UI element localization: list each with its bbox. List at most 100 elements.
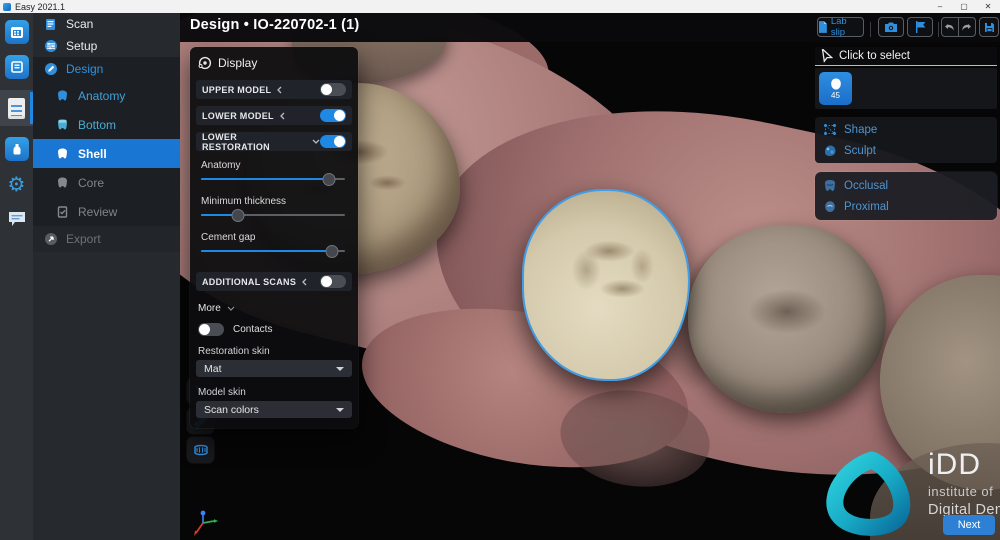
app-window: Easy 2021.1 – ▢ ✕ ⚙ Scan	[0, 0, 1000, 540]
nav-label: Scan	[66, 17, 93, 31]
dropdown-caret-icon	[336, 367, 344, 371]
nav-label: Bottom	[78, 118, 116, 132]
titlebar: Easy 2021.1 – ▢ ✕	[0, 0, 1000, 13]
molar-tooth-right	[688, 225, 886, 413]
close-button[interactable]: ✕	[976, 0, 1000, 13]
slider-knob[interactable]	[326, 245, 339, 258]
model-view-tool-button[interactable]	[187, 437, 214, 463]
messages-chat-icon[interactable]	[5, 207, 29, 231]
logo-line1: institute of	[928, 484, 1000, 499]
cement-gap-slider[interactable]	[201, 244, 347, 259]
worklist-document-icon	[8, 98, 25, 119]
maximize-button[interactable]: ▢	[952, 0, 976, 13]
cursor-icon	[819, 49, 833, 63]
header-divider	[870, 19, 871, 39]
more-expander[interactable]: More	[196, 303, 352, 314]
nav-item-review[interactable]: Review	[33, 197, 180, 226]
selection-panel: Click to select 45 Shape Sculpt Occlusal	[815, 47, 997, 220]
screenshot-button[interactable]	[878, 17, 904, 37]
chevron-down-icon[interactable]	[312, 138, 320, 145]
undo-button[interactable]	[942, 17, 959, 37]
cases-icon[interactable]	[5, 55, 29, 79]
selected-restoration-crown-45[interactable]	[522, 189, 690, 381]
review-clipboard-icon	[55, 205, 70, 218]
app-icon	[3, 3, 11, 11]
display-panel-header[interactable]: Display	[196, 53, 352, 73]
nav-item-scan[interactable]: Scan	[33, 13, 180, 35]
nav-item-export[interactable]: Export	[33, 226, 180, 252]
app-rail: ⚙	[0, 13, 33, 540]
click-to-select-label: Click to select	[839, 50, 910, 62]
chevron-down-icon	[227, 305, 235, 312]
tooth-icon	[829, 77, 843, 91]
export-icon	[43, 232, 58, 246]
design-group: Design Anatomy Bottom Shell Core Review	[33, 57, 180, 226]
settings-gear-icon[interactable]: ⚙	[5, 172, 29, 196]
logo-title: iDD	[928, 450, 1000, 480]
model-skin-select[interactable]: Scan colors	[196, 401, 352, 418]
sculpt-tool[interactable]: Sculpt	[815, 140, 997, 161]
shape-icon	[823, 123, 837, 136]
design-icon	[43, 62, 58, 76]
lab-slip-label: Lab slip	[831, 16, 863, 38]
chevron-left-icon[interactable]	[279, 112, 286, 120]
occlusal-view[interactable]: Occlusal	[815, 175, 997, 196]
lower-restoration-toggle[interactable]	[320, 135, 346, 148]
additional-scans-label: ADDITIONAL SCANS	[202, 277, 296, 287]
nav-item-setup[interactable]: Setup	[33, 35, 180, 57]
restoration-skin-select[interactable]: Mat	[196, 360, 352, 377]
upper-model-row: UPPER MODEL	[196, 80, 352, 99]
shape-tool[interactable]: Shape	[815, 119, 997, 140]
dropdown-caret-icon	[336, 408, 344, 412]
schedule-icon[interactable]	[5, 20, 29, 44]
shell-tooth-icon	[55, 147, 70, 160]
chevron-left-icon[interactable]	[276, 86, 283, 94]
cement-gap-slider-label: Cement gap	[201, 232, 347, 243]
lower-restoration-label: LOWER RESTORATION	[202, 132, 307, 152]
worklist-icon-selected[interactable]	[0, 90, 33, 126]
display-icon	[198, 56, 212, 70]
anatomy-slider[interactable]	[201, 172, 347, 187]
save-button[interactable]	[979, 17, 999, 37]
contacts-toggle[interactable]	[198, 323, 224, 336]
save-icon	[984, 22, 995, 33]
additional-scans-row: ADDITIONAL SCANS	[196, 272, 352, 291]
more-label: More	[198, 303, 221, 314]
minimum-thickness-slider[interactable]	[201, 208, 347, 223]
lab-slip-button[interactable]: Lab slip	[817, 17, 864, 37]
nav-item-anatomy[interactable]: Anatomy	[33, 81, 180, 110]
click-to-select-bar[interactable]: Click to select	[815, 47, 997, 66]
model-skin-label: Model skin	[198, 387, 352, 398]
materials-icon[interactable]	[5, 137, 29, 161]
sculpt-label: Sculpt	[844, 145, 876, 157]
proximal-view[interactable]: Proximal	[815, 196, 997, 217]
nav-item-shell[interactable]: Shell	[33, 139, 180, 168]
slider-knob[interactable]	[231, 209, 244, 222]
redo-button[interactable]	[959, 17, 975, 37]
nav-label: Anatomy	[78, 89, 125, 103]
header-divider	[938, 19, 939, 39]
upper-model-toggle[interactable]	[320, 83, 346, 96]
idd-logo-icon	[816, 448, 922, 538]
anatomy-tooth-icon	[55, 89, 70, 102]
flag-button[interactable]	[907, 17, 933, 37]
slider-knob[interactable]	[323, 173, 336, 186]
tooth-45-button[interactable]: 45	[819, 72, 852, 105]
nav-label: Design	[66, 62, 103, 76]
nav-item-bottom[interactable]: Bottom	[33, 110, 180, 139]
additional-scans-toggle[interactable]	[320, 275, 346, 288]
bottom-tooth-icon	[55, 118, 70, 131]
orientation-gizmo[interactable]	[190, 509, 220, 540]
minimize-button[interactable]: –	[928, 0, 952, 13]
display-panel-title: Display	[218, 56, 257, 70]
tools-group: Shape Sculpt	[815, 117, 997, 163]
lower-model-toggle[interactable]	[320, 109, 346, 122]
next-button[interactable]: Next	[943, 515, 995, 535]
nav-label: Review	[78, 205, 117, 219]
chevron-left-icon[interactable]	[301, 278, 308, 286]
flag-icon	[915, 21, 926, 33]
occlusal-label: Occlusal	[844, 180, 888, 192]
nav-item-core[interactable]: Core	[33, 168, 180, 197]
nav-item-design[interactable]: Design	[33, 57, 180, 81]
setup-icon	[43, 39, 58, 53]
